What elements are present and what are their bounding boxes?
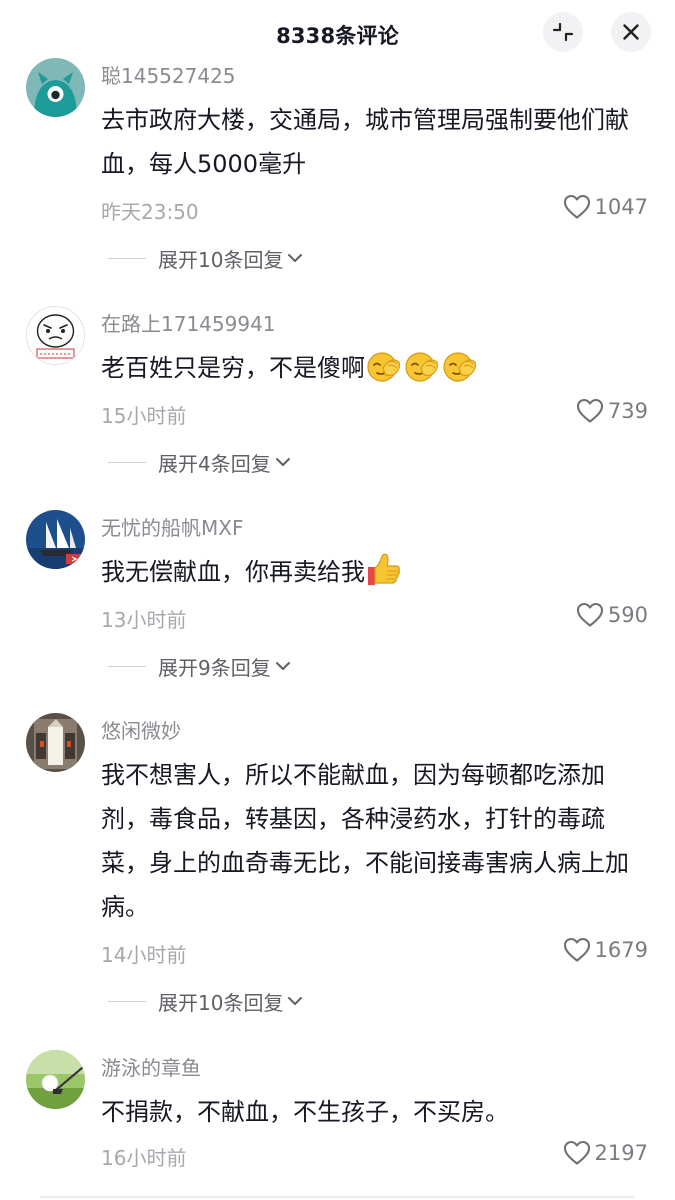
collapse-button[interactable]	[543, 12, 583, 52]
like-button[interactable]: 1047	[563, 192, 648, 222]
heart-outline-icon	[563, 194, 590, 219]
comment-text: 去市政府大楼，交通局，城市管理局强制要他们献血，每人5000毫升	[101, 106, 629, 178]
collapse-icon	[552, 22, 574, 42]
expand-replies-label: 展开10条回复	[158, 990, 284, 1015]
username[interactable]: 无忧的船帆MXF	[101, 512, 243, 541]
expand-replies-button[interactable]: 展开4条回复	[108, 447, 292, 477]
comment-time: 14小时前	[101, 943, 187, 967]
heart-outline-icon	[563, 1140, 590, 1165]
comment-time: 15小时前	[101, 404, 187, 428]
like-button[interactable]: 2197	[563, 1138, 648, 1168]
like-button[interactable]: 1679	[563, 935, 648, 965]
avatar[interactable]	[26, 306, 85, 365]
expand-replies-label: 展开10条回复	[158, 247, 284, 272]
doorway-avatar-icon	[26, 713, 85, 772]
golf-ball-avatar-icon	[26, 1050, 85, 1109]
facepalm-emoji	[367, 352, 401, 382]
comments-header: 8338条评论	[0, 0, 675, 64]
close-icon	[623, 24, 639, 40]
comment-text: 不捐款，不献血，不生孩子，不买房。	[101, 1098, 509, 1126]
divider-line	[108, 257, 146, 259]
like-count: 590	[607, 603, 648, 627]
divider-line	[108, 461, 146, 463]
chevron-down-icon	[275, 662, 290, 670]
heart-outline-icon	[576, 398, 603, 423]
username[interactable]: 聪145527425	[101, 60, 236, 89]
expand-replies-label: 展开4条回复	[158, 451, 271, 476]
avatar[interactable]	[26, 58, 85, 117]
expand-replies-button[interactable]: 展开10条回复	[108, 243, 304, 273]
expand-replies-button[interactable]: 展开9条回复	[108, 651, 292, 681]
like-button[interactable]: 739	[576, 396, 648, 426]
like-button[interactable]: 590	[576, 600, 648, 630]
like-count: 1679	[594, 938, 648, 962]
comment-text: 老百姓只是穷，不是傻啊	[101, 346, 646, 390]
chevron-down-icon	[288, 997, 303, 1005]
username[interactable]: 悠闲微妙	[101, 715, 181, 744]
divider	[40, 1196, 635, 1198]
sketch-face-avatar-icon	[27, 307, 84, 364]
comments-panel: 8338条评论 聪145527425 去市政府大楼，交通局，城市管理局强制要他们…	[0, 0, 675, 1200]
comment-text-body: 老百姓只是穷，不是傻啊	[101, 354, 365, 382]
comment-time: 13小时前	[101, 608, 187, 632]
thumbs-up-emoji	[368, 553, 400, 585]
avatar[interactable]	[26, 713, 85, 772]
heart-outline-icon	[576, 602, 603, 627]
comment-text: 我无偿献血，你再卖给我	[101, 550, 646, 594]
chevron-down-icon	[275, 458, 290, 466]
divider-line	[108, 1000, 146, 1002]
facepalm-emoji	[405, 352, 439, 382]
cartoon-avatar-icon	[26, 58, 85, 117]
comment-text-body: 我无偿献血，你再卖给我	[101, 558, 365, 586]
close-button[interactable]	[611, 12, 651, 52]
comment-text: 我不想害人，所以不能献血，因为每顿都吃添加剂，毒食品，转基因，各种浸药水，打针的…	[101, 761, 629, 921]
expand-replies-button[interactable]: 展开10条回复	[108, 986, 304, 1016]
sailing-ship-avatar-icon	[26, 510, 85, 569]
like-count: 1047	[594, 195, 648, 219]
comment-time: 昨天23:50	[101, 200, 199, 224]
like-count: 2197	[594, 1141, 648, 1165]
avatar[interactable]	[26, 1050, 85, 1109]
username[interactable]: 游泳的章鱼	[101, 1052, 201, 1081]
like-count: 739	[607, 399, 648, 423]
divider-line	[108, 665, 146, 667]
avatar[interactable]	[26, 510, 85, 569]
chevron-down-icon	[288, 254, 303, 262]
expand-replies-label: 展开9条回复	[158, 655, 271, 680]
username[interactable]: 在路上171459941	[101, 308, 276, 337]
comment-time: 16小时前	[101, 1146, 187, 1170]
heart-outline-icon	[563, 937, 590, 962]
facepalm-emoji	[443, 352, 477, 382]
